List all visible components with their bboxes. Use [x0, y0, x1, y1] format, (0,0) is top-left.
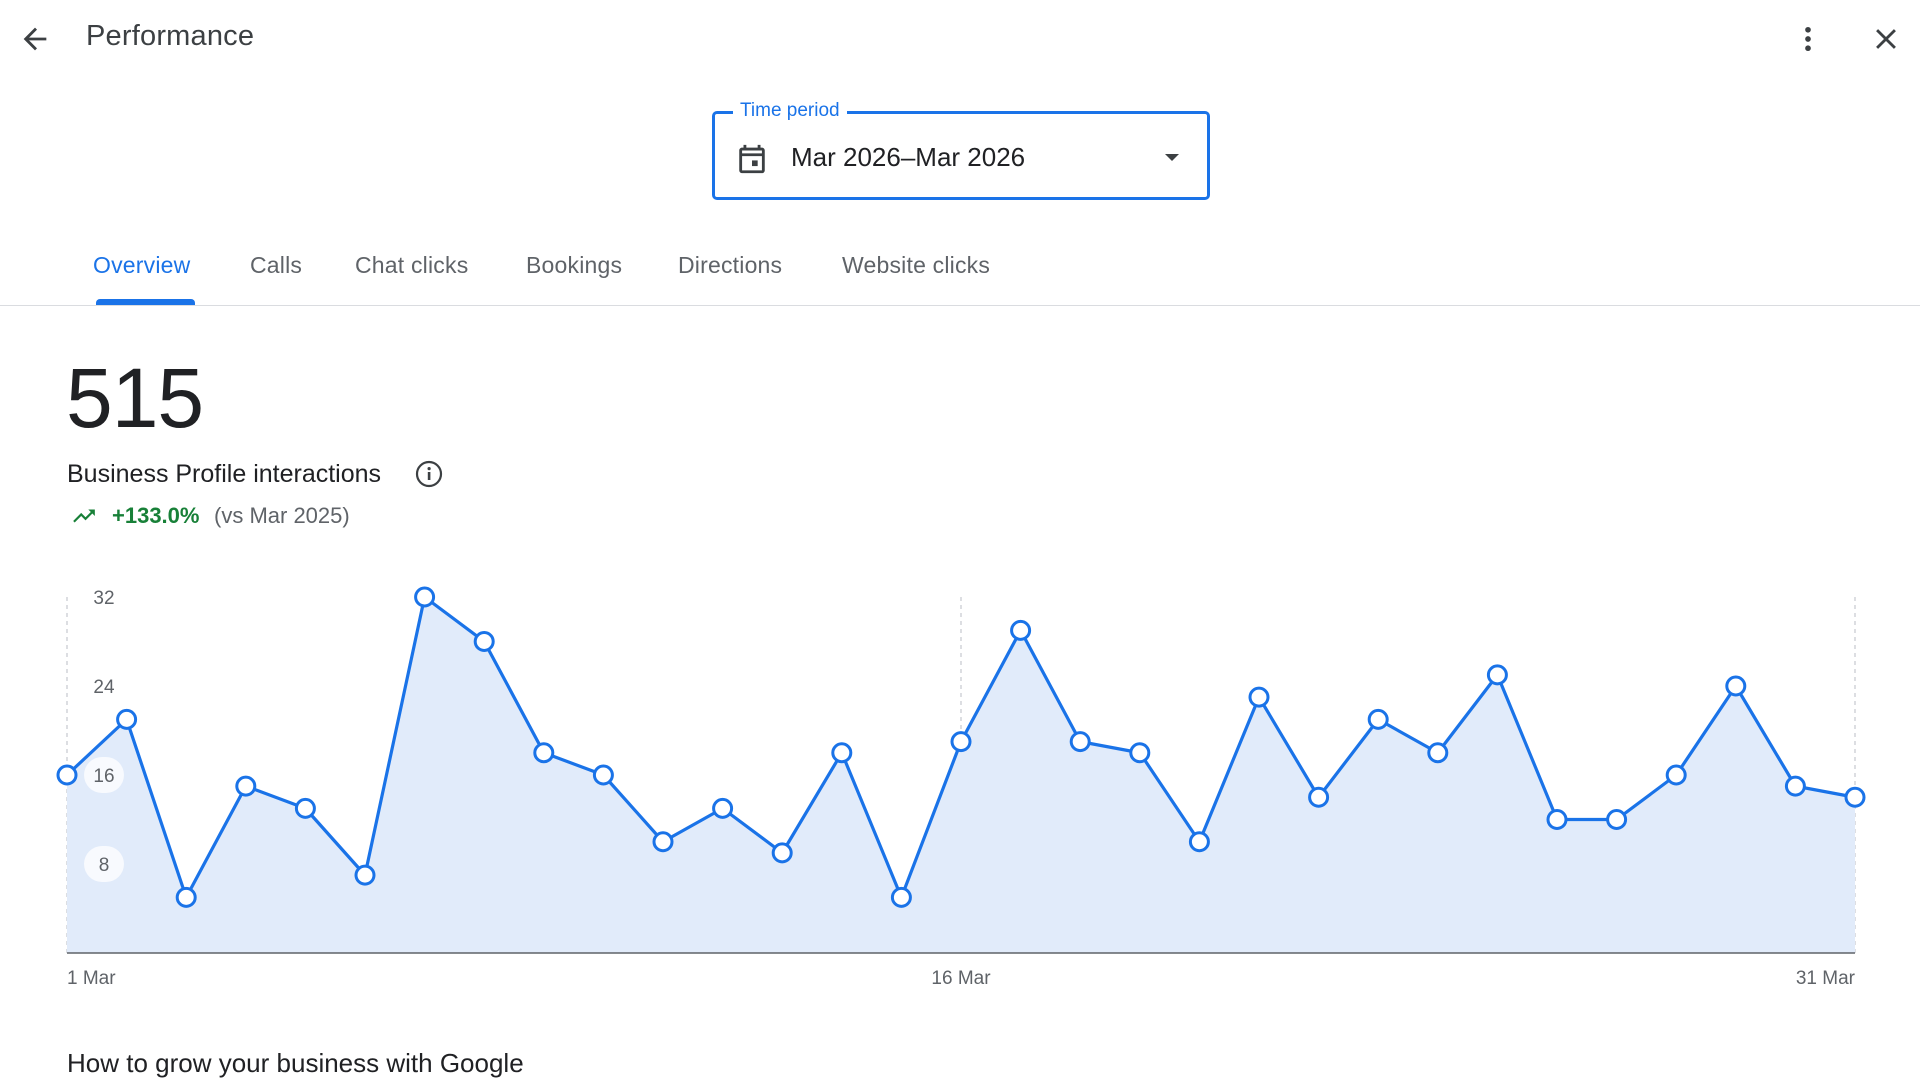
data-point [414, 586, 436, 608]
data-point [1367, 708, 1389, 730]
data-point [533, 742, 555, 764]
tab-chat-clicks[interactable]: Chat clicks [355, 252, 468, 279]
data-point [56, 764, 78, 786]
data-point [950, 731, 972, 753]
data-point [473, 631, 495, 652]
trend-compare-period: (vs Mar 2025) [214, 503, 350, 528]
data-point [1188, 831, 1210, 853]
data-point [294, 797, 316, 819]
data-point [831, 742, 853, 764]
active-tab-indicator [96, 299, 195, 305]
data-point [354, 864, 376, 886]
more-options-button[interactable] [1780, 11, 1836, 67]
info-icon[interactable] [414, 459, 444, 489]
time-period-value: Mar 2026–Mar 2026 [791, 142, 1026, 172]
interactions-chart: 8 16 24 32 1 Mar 16 Mar 31 Mar [56, 579, 1866, 989]
time-period-label: Time period [733, 98, 847, 124]
trending-up-icon [73, 509, 95, 523]
data-point [1784, 775, 1806, 797]
y-tick-label: 32 [93, 588, 114, 609]
data-point [1725, 675, 1747, 697]
data-point [1486, 664, 1508, 686]
data-point [890, 886, 912, 908]
data-point [175, 886, 197, 908]
tab-bar: Overview Calls Chat clicks Bookings Dire… [0, 236, 1920, 306]
data-point [1427, 742, 1449, 764]
data-point [1844, 786, 1866, 808]
y-tick-label: 24 [93, 677, 115, 698]
series-area [67, 597, 1855, 953]
tab-directions[interactable]: Directions [678, 252, 782, 279]
tab-website-clicks[interactable]: Website clicks [842, 252, 990, 279]
data-point [1248, 686, 1270, 708]
chevron-down-icon [1165, 154, 1179, 161]
arrow-back-icon [23, 27, 47, 51]
y-tick-label: 16 [93, 766, 114, 787]
tab-overview[interactable]: Overview [93, 252, 190, 279]
tab-bookings[interactable]: Bookings [526, 252, 622, 279]
x-tick-label: 31 Mar [1796, 968, 1856, 989]
close-button[interactable] [1858, 11, 1914, 67]
data-point [235, 775, 257, 797]
x-tick-label: 16 Mar [931, 968, 991, 989]
time-period-select[interactable]: Time period Mar 2026–Mar 2026 [712, 98, 1210, 200]
page-title: Performance [86, 20, 255, 52]
data-point [1308, 786, 1330, 808]
data-point [1010, 619, 1032, 641]
metric-label: Business Profile interactions [67, 460, 382, 488]
tab-calls[interactable]: Calls [250, 252, 302, 279]
data-point [771, 842, 793, 864]
data-point [1546, 809, 1568, 830]
data-point [712, 797, 734, 819]
trend-change: +133.0% [112, 503, 200, 528]
close-icon [1876, 29, 1896, 49]
data-point [1665, 764, 1687, 786]
calendar-icon [739, 144, 765, 174]
data-point [116, 708, 138, 730]
top-app-bar: Performance [0, 0, 1920, 76]
section-heading: How to grow your business with Google [67, 1048, 524, 1078]
more-vert-icon [1805, 26, 1811, 52]
data-point [1069, 731, 1091, 753]
interactions-total: 515 [66, 351, 204, 445]
y-tick-label: 8 [99, 855, 110, 876]
data-point [1606, 809, 1628, 830]
data-point [652, 831, 674, 853]
data-point [592, 764, 614, 786]
x-tick-label: 1 Mar [67, 968, 116, 989]
data-point [1129, 742, 1151, 764]
back-button[interactable] [7, 11, 63, 67]
